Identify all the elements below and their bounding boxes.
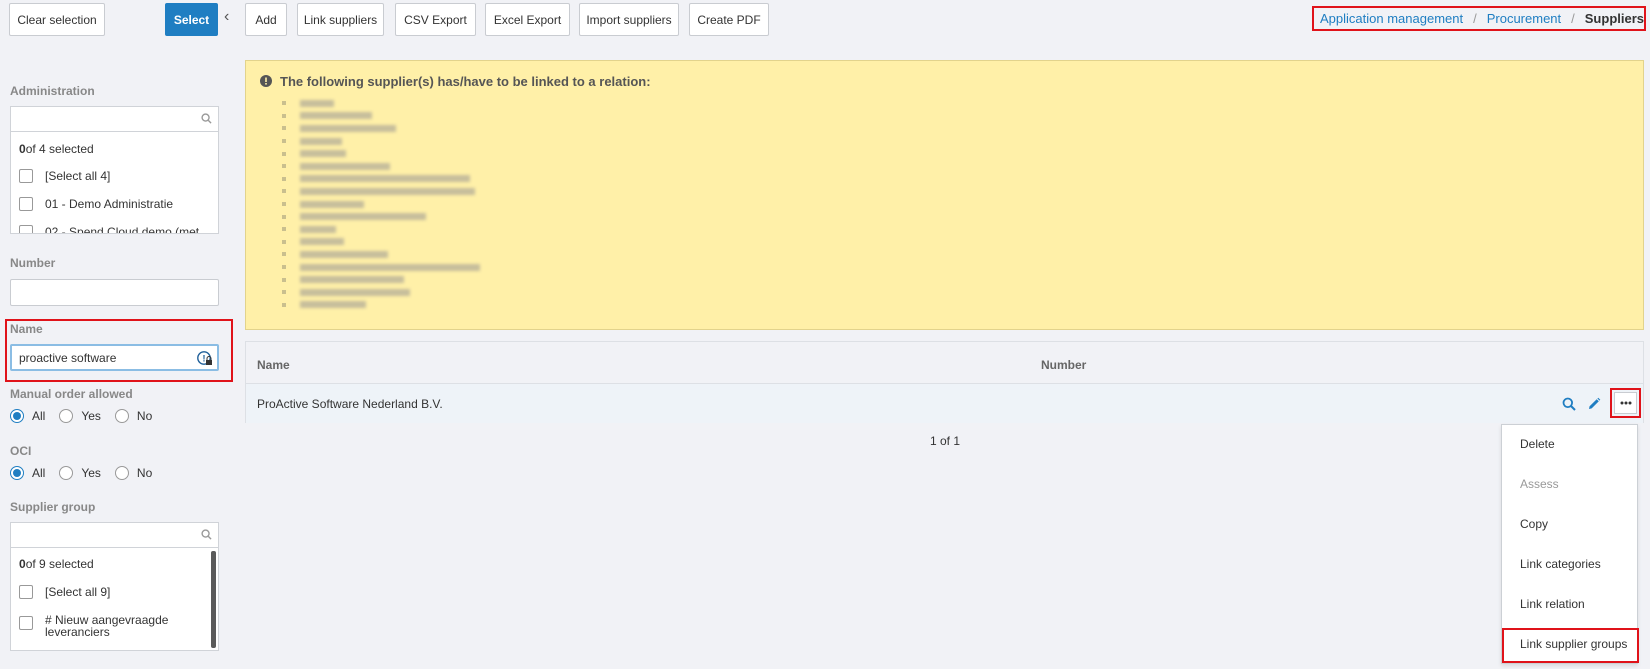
- radio-yes[interactable]: Yes: [59, 409, 101, 423]
- option-label: 02 - Spend Cloud demo (met: [45, 225, 200, 234]
- oci-label: OCI: [10, 444, 32, 458]
- radio-label: Yes: [81, 409, 101, 423]
- csv-export-button[interactable]: CSV Export: [395, 3, 476, 36]
- menu-item-copy[interactable]: Copy: [1520, 517, 1548, 531]
- chevron-left-icon[interactable]: ‹: [224, 8, 229, 26]
- supplier-group-label: Supplier group: [10, 500, 96, 514]
- link-supplier-groups-highlight: [1502, 628, 1639, 663]
- breadcrumb-procurement[interactable]: Procurement: [1487, 11, 1561, 26]
- suppliers-table: Name Number ProActive Software Nederland…: [245, 341, 1644, 423]
- radio-label: All: [32, 409, 46, 423]
- manual-order-radios: All Yes No: [10, 409, 166, 423]
- name-input[interactable]: [10, 344, 219, 371]
- supplier-group-option[interactable]: # Nieuw aangevraagde leveranciers: [19, 614, 169, 638]
- administration-option[interactable]: 02 - Spend Cloud demo (met: [19, 225, 200, 234]
- svg-text:!: !: [203, 354, 206, 364]
- radio-no[interactable]: No: [114, 409, 153, 423]
- radio-label: Yes: [81, 466, 101, 480]
- menu-item-assess: Assess: [1520, 477, 1559, 491]
- create-pdf-button[interactable]: Create PDF: [689, 3, 769, 36]
- radio-button[interactable]: [10, 409, 24, 423]
- supplier-group-option[interactable]: [Select all 9]: [19, 585, 110, 599]
- radio-button[interactable]: [10, 466, 24, 480]
- menu-item-link-relation[interactable]: Link relation: [1520, 597, 1585, 611]
- checkbox[interactable]: [19, 616, 33, 630]
- checkbox[interactable]: [19, 169, 33, 183]
- radio-all[interactable]: All: [10, 466, 45, 480]
- administration-search-input[interactable]: [11, 107, 191, 129]
- radio-button[interactable]: [114, 409, 129, 423]
- select-button[interactable]: Select: [165, 3, 218, 36]
- alert-title: The following supplier(s) has/have to be…: [280, 74, 651, 89]
- radio-label: No: [136, 409, 153, 423]
- breadcrumb-separator: /: [1571, 11, 1575, 26]
- edit-pencil-icon[interactable]: [1583, 393, 1605, 415]
- more-actions-highlight: [1610, 388, 1641, 418]
- breadcrumb-application-management[interactable]: Application management: [1320, 11, 1463, 26]
- column-header-name[interactable]: Name: [257, 358, 290, 372]
- clear-selection-button[interactable]: Clear selection: [9, 3, 105, 36]
- scrollbar[interactable]: [211, 551, 216, 648]
- radio-no[interactable]: No: [114, 466, 153, 480]
- link-suppliers-button[interactable]: Link suppliers: [297, 3, 384, 36]
- checkbox[interactable]: [19, 225, 33, 233]
- cell-name: ProActive Software Nederland B.V.: [257, 397, 443, 411]
- add-button[interactable]: Add: [245, 3, 287, 36]
- number-label: Number: [10, 256, 56, 270]
- exclamation-circle-icon: [260, 75, 272, 87]
- supplier-group-selected-suffix: of 9 selected: [25, 557, 94, 571]
- table-row[interactable]: ProActive Software Nederland B.V.: [246, 384, 1643, 423]
- table-header: Name Number: [246, 342, 1643, 384]
- administration-filter: 0 of 4 selected [Select all 4] 01 - Demo…: [10, 106, 219, 234]
- radio-button[interactable]: [59, 409, 74, 423]
- breadcrumb-separator: /: [1473, 11, 1477, 26]
- option-label: [Select all 4]: [45, 169, 111, 183]
- supplier-group-selected-count: 0 of 9 selected: [19, 557, 94, 571]
- option-label: [Select all 9]: [45, 585, 111, 599]
- excel-export-button[interactable]: Excel Export: [485, 3, 570, 36]
- radio-label: No: [136, 466, 153, 480]
- supplier-group-selected-number: 0: [19, 557, 26, 571]
- oci-radios: All Yes No: [10, 466, 166, 480]
- view-icon[interactable]: [1558, 393, 1580, 415]
- supplier-group-filter: 0 of 9 selected [Select all 9] # Nieuw a…: [10, 522, 219, 651]
- supplier-group-search[interactable]: [11, 523, 218, 548]
- administration-selected-count: 0 of 4 selected: [19, 142, 94, 156]
- blurred-supplier-list: [282, 97, 480, 311]
- number-input[interactable]: [10, 279, 219, 306]
- administration-option[interactable]: [Select all 4]: [19, 169, 110, 183]
- name-label: Name: [10, 322, 43, 336]
- manual-order-label: Manual order allowed: [10, 387, 133, 401]
- administration-selected-suffix: of 4 selected: [25, 142, 94, 156]
- radio-button[interactable]: [59, 466, 74, 480]
- administration-search[interactable]: [11, 107, 218, 132]
- administration-selected-number: 0: [19, 142, 26, 156]
- radio-button[interactable]: [114, 466, 129, 480]
- menu-item-link-categories[interactable]: Link categories: [1520, 557, 1601, 571]
- radio-all[interactable]: All: [10, 409, 45, 423]
- checkbox[interactable]: [19, 197, 33, 211]
- search-icon: [201, 529, 212, 540]
- column-header-number[interactable]: Number: [1041, 358, 1086, 372]
- import-suppliers-button[interactable]: Import suppliers: [579, 3, 679, 36]
- supplier-group-search-input[interactable]: [11, 523, 191, 545]
- radio-yes[interactable]: Yes: [59, 466, 101, 480]
- option-label: 01 - Demo Administratie: [45, 197, 174, 211]
- administration-label: Administration: [10, 84, 95, 98]
- search-icon: [201, 113, 212, 124]
- menu-item-delete[interactable]: Delete: [1520, 437, 1555, 451]
- administration-option[interactable]: 01 - Demo Administratie: [19, 197, 173, 211]
- password-manager-icon[interactable]: !: [197, 351, 213, 367]
- option-label: # Nieuw aangevraagde leveranciers: [45, 613, 169, 639]
- unlinked-suppliers-alert: The following supplier(s) has/have to be…: [245, 60, 1644, 330]
- breadcrumb: Application management / Procurement / S…: [1312, 6, 1646, 31]
- pagination-text: 1 of 1: [930, 434, 961, 448]
- checkbox[interactable]: [19, 585, 33, 599]
- breadcrumb-current: Suppliers: [1584, 11, 1645, 26]
- radio-label: All: [32, 466, 46, 480]
